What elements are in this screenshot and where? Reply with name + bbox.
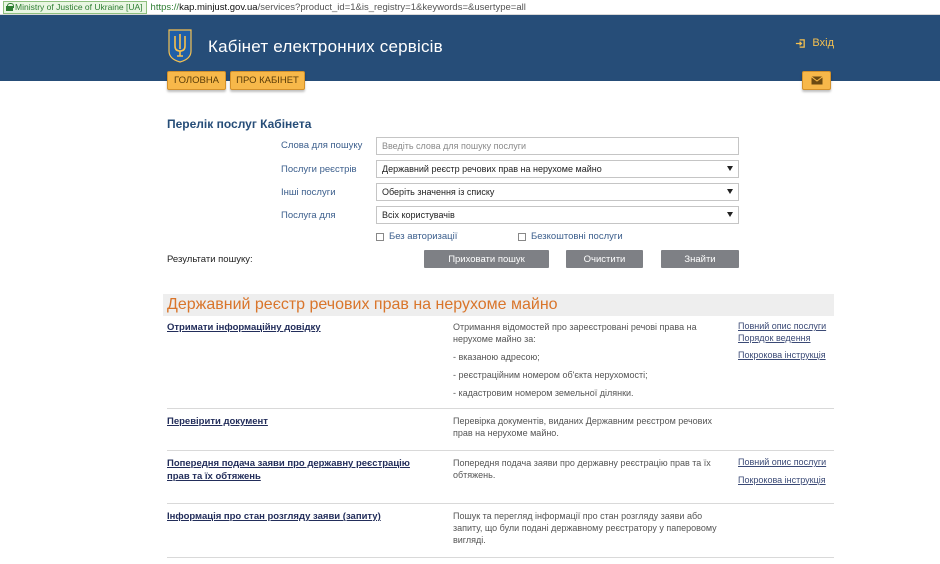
url-protocol: https:// bbox=[150, 1, 180, 13]
mail-button[interactable] bbox=[802, 71, 831, 90]
step-by-step-link[interactable]: Покрокова інструкція bbox=[738, 350, 834, 362]
clear-button[interactable]: Очистити bbox=[566, 250, 643, 268]
registry-services-label: Послуги реєстрів bbox=[281, 164, 357, 175]
registry-services-select[interactable]: Державний реєстр речових прав на нерухом… bbox=[376, 160, 739, 178]
ev-badge-text: Ministry of Justice of Ukraine [UA] bbox=[15, 2, 143, 12]
registry-section-header: Державний реєстр речових прав на нерухом… bbox=[163, 294, 834, 316]
keywords-search-input[interactable] bbox=[376, 137, 739, 155]
hide-search-button[interactable]: Приховати пошук bbox=[424, 250, 549, 268]
search-results-label: Результати пошуку: bbox=[167, 254, 253, 265]
keywords-label: Слова для пошуку bbox=[281, 140, 363, 151]
sign-in-icon bbox=[796, 38, 806, 48]
free-services-checkbox[interactable]: Безкоштовні послуги bbox=[518, 231, 623, 242]
service-links: Повний опис послуги Покрокова інструкція bbox=[738, 457, 834, 486]
description-line: Отримання відомостей про зареєстровані р… bbox=[453, 322, 697, 344]
tab-home[interactable]: Головна bbox=[167, 71, 226, 90]
envelope-icon bbox=[810, 76, 823, 85]
dropdown-arrow-icon bbox=[727, 189, 733, 194]
lock-icon bbox=[6, 3, 14, 11]
registry-services-value: Державний реєстр речових прав на нерухом… bbox=[382, 164, 602, 174]
ukraine-trident-logo-icon[interactable] bbox=[168, 29, 192, 63]
service-description: Отримання відомостей про зареєстровані р… bbox=[453, 321, 723, 405]
checkbox-icon[interactable] bbox=[376, 232, 384, 241]
service-description: Попередня подача заяви про державну реєс… bbox=[453, 457, 723, 487]
ev-certificate-badge[interactable]: Ministry of Justice of Ukraine [UA] bbox=[3, 0, 147, 14]
site-header: Кабінет електронних сервісів Вхід bbox=[0, 15, 940, 81]
service-for-select[interactable]: Всіх користувачів bbox=[376, 206, 739, 224]
description-line: - реєстраційним номером об'єкта нерухомо… bbox=[453, 370, 648, 380]
dropdown-arrow-icon bbox=[727, 166, 733, 171]
full-description-link[interactable]: Повний опис послуги bbox=[738, 457, 834, 469]
service-name-link[interactable]: Перевірити документ bbox=[167, 415, 427, 428]
url-path: /services?product_id=1&is_registry=1&key… bbox=[257, 1, 526, 13]
service-description: Пошук та перегляд інформації про стан ро… bbox=[453, 510, 723, 552]
service-for-label: Послуга для bbox=[281, 210, 336, 221]
description-line: - вказаною адресою; bbox=[453, 352, 540, 362]
service-row: Попередня подача заяви про державну реєс… bbox=[167, 457, 834, 504]
browser-address-bar[interactable]: Ministry of Justice of Ukraine [UA] http… bbox=[0, 0, 940, 15]
url-text[interactable]: https://kap.minjust.gov.ua/services?prod… bbox=[151, 2, 526, 13]
service-name-link[interactable]: Інформація про стан розгляду заяви (запи… bbox=[167, 510, 427, 523]
description-line: Попередня подача заяви про державну реєс… bbox=[453, 458, 711, 480]
service-name-link[interactable]: Попередня подача заяви про державну реєс… bbox=[167, 457, 427, 483]
dropdown-arrow-icon bbox=[727, 212, 733, 217]
service-row: Інформація про стан розгляду заяви (запи… bbox=[167, 510, 834, 558]
registry-title: Державний реєстр речових прав на нерухом… bbox=[167, 296, 558, 313]
url-host: kap.minjust.gov.ua bbox=[179, 1, 258, 13]
login-link[interactable]: Вхід bbox=[795, 37, 834, 49]
services-list-title: Перелік послуг Кабінета bbox=[167, 117, 312, 131]
service-name-link[interactable]: Отримати інформаційну довідку bbox=[167, 321, 427, 334]
service-row: Перевірити документ Перевірка документів… bbox=[167, 415, 834, 451]
find-button[interactable]: Знайти bbox=[661, 250, 739, 268]
service-description: Перевірка документів, виданих Державним … bbox=[453, 415, 723, 445]
login-label: Вхід bbox=[812, 37, 834, 49]
other-services-label: Інші послуги bbox=[281, 187, 336, 198]
service-row: Отримати інформаційну довідку Отримання … bbox=[167, 321, 834, 409]
service-for-value: Всіх користувачів bbox=[382, 210, 455, 220]
description-line: Пошук та перегляд інформації про стан ро… bbox=[453, 511, 717, 545]
service-links: Повний опис послуги Порядок ведення Покр… bbox=[738, 321, 834, 362]
tab-about-cabinet[interactable]: Про кабінет bbox=[230, 71, 305, 90]
description-line: - кадастровим номером земельної ділянки. bbox=[453, 388, 634, 398]
checkbox-icon[interactable] bbox=[518, 232, 526, 241]
other-services-value: Оберіть значення із списку bbox=[382, 187, 495, 197]
step-by-step-link[interactable]: Покрокова інструкція bbox=[738, 475, 834, 487]
full-description-link[interactable]: Повний опис послуги bbox=[738, 321, 834, 333]
no-auth-label: Без авторизації bbox=[389, 231, 458, 242]
no-auth-checkbox[interactable]: Без авторизації bbox=[376, 231, 457, 242]
procedure-link[interactable]: Порядок ведення bbox=[738, 333, 834, 345]
free-services-label: Безкоштовні послуги bbox=[531, 231, 623, 242]
other-services-select[interactable]: Оберіть значення із списку bbox=[376, 183, 739, 201]
site-title[interactable]: Кабінет електронних сервісів bbox=[208, 37, 443, 57]
description-line: Перевірка документів, виданих Державним … bbox=[453, 416, 712, 438]
